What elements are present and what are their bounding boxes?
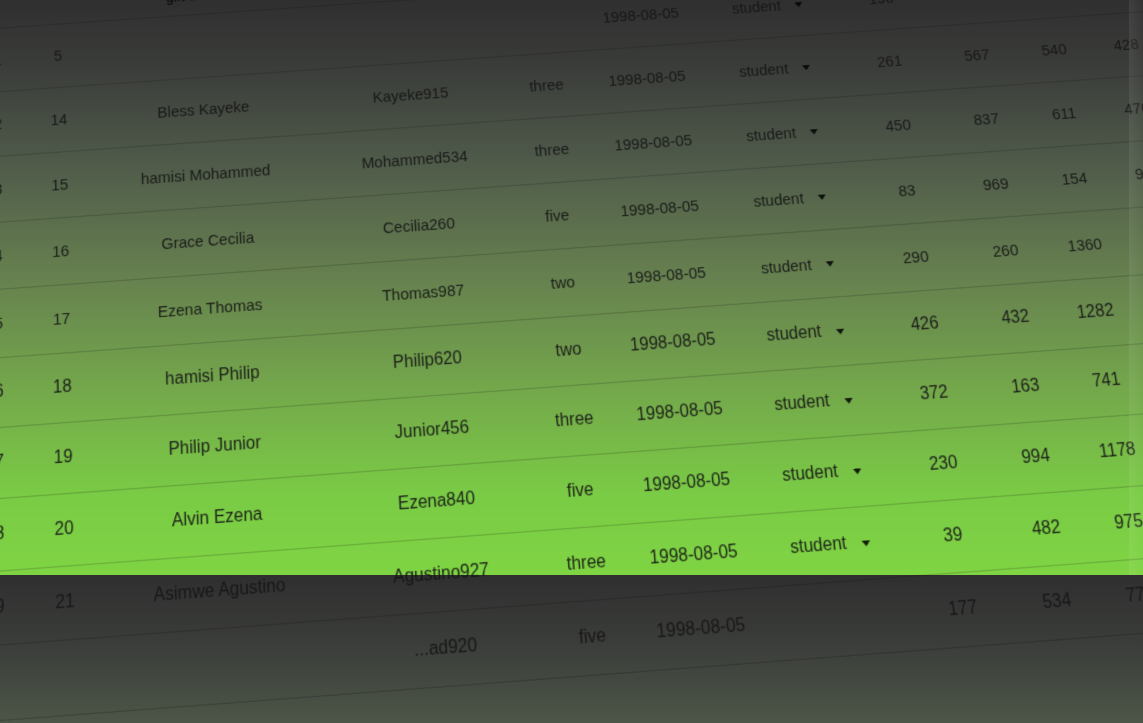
role-select[interactable]: student xyxy=(739,363,889,443)
cell-id: 18 xyxy=(52,377,72,398)
cell-v3: 1360 xyxy=(1066,234,1104,256)
cell-username: ...ad920 xyxy=(413,635,478,661)
cell-class: two xyxy=(554,340,583,361)
cell-v2: 994 xyxy=(1020,446,1052,468)
role-select-value: student xyxy=(781,462,840,486)
chevron-down-icon[interactable] xyxy=(861,539,871,547)
cell-index xyxy=(0,643,31,723)
role-select-value: student xyxy=(789,533,848,558)
students-table: gift charles gift seven 1995-12-06 1 5 1… xyxy=(0,0,1143,723)
cell-v1: 230 xyxy=(928,453,959,475)
cell-id: 16 xyxy=(51,241,70,261)
role-select[interactable]: student xyxy=(717,161,862,237)
cell-dob: 1998-08-05 xyxy=(613,131,693,155)
cell-v1: 177 xyxy=(947,597,979,621)
cell-index: 7 xyxy=(0,452,5,473)
cell-index: 9 xyxy=(0,596,5,618)
chevron-down-icon[interactable] xyxy=(843,397,853,404)
role-select[interactable]: student xyxy=(732,294,880,373)
cell-v2: 482 xyxy=(1030,517,1062,540)
cell-index: 4 xyxy=(0,246,3,266)
students-table-viewport: gift charles gift seven 1995-12-06 1 5 1… xyxy=(0,0,1143,723)
cell-v1: 290 xyxy=(901,247,930,268)
cell-v2: 432 xyxy=(1000,307,1031,329)
cell-dob: 1998-08-05 xyxy=(629,330,717,356)
cell-v2: 163 xyxy=(1010,376,1041,398)
cell-id: 21 xyxy=(55,591,75,614)
cell-id xyxy=(30,637,102,718)
role-select-value: student xyxy=(759,255,813,278)
role-select[interactable]: student xyxy=(710,97,854,171)
cell-v3: 154 xyxy=(1060,168,1089,189)
cell-class: five xyxy=(578,625,607,649)
chevron-down-icon[interactable] xyxy=(835,328,845,335)
cell-v2: 567 xyxy=(963,45,991,65)
cell-id: 19 xyxy=(53,447,73,468)
cell-index: 1 xyxy=(0,26,26,93)
cell-dob: 1998-08-05 xyxy=(625,263,707,288)
cell-v2: 837 xyxy=(972,109,1001,129)
cell-dob: 1998-08-05 xyxy=(655,615,747,643)
cell-class: three xyxy=(554,409,595,431)
role-select[interactable] xyxy=(762,577,916,662)
cell-index: 2 xyxy=(0,114,3,133)
chevron-down-icon[interactable] xyxy=(794,1,803,7)
role-select-value: student xyxy=(752,189,805,211)
cell-v1: 426 xyxy=(909,314,940,335)
cell-dob: 1998-08-05 xyxy=(642,470,732,496)
cell-dob: 1998-08-05 xyxy=(607,67,687,90)
cell-dob: 1998-08-05 xyxy=(635,399,724,425)
cell-v3: 1282 xyxy=(1075,301,1116,323)
cell-v2: 534 xyxy=(1041,590,1073,613)
cell-id: 14 xyxy=(50,110,68,129)
cell-id: 17 xyxy=(52,309,71,329)
cell-id: 20 xyxy=(54,518,74,540)
cell-class: three xyxy=(533,139,570,160)
chevron-down-icon[interactable] xyxy=(817,193,827,200)
cell-dob: 1998-08-05 xyxy=(648,542,739,569)
cell-index: 3 xyxy=(0,179,3,199)
cell-index: 8 xyxy=(0,523,5,545)
scroll-rail[interactable] xyxy=(1129,0,1143,575)
cell-dob: 1998-08-05 xyxy=(619,196,700,221)
cell-class xyxy=(499,0,584,56)
cell-class: three xyxy=(528,75,565,96)
role-select-value: student xyxy=(730,0,782,18)
cell-class: three xyxy=(565,551,607,575)
role-select[interactable]: student xyxy=(747,433,898,515)
cell-index: 6 xyxy=(0,382,4,402)
cell-v1: 261 xyxy=(875,51,904,71)
role-select-value: student xyxy=(765,322,823,346)
chevron-down-icon[interactable] xyxy=(809,128,819,135)
cell-v1: 450 xyxy=(884,115,912,136)
cell-index: 5 xyxy=(0,313,4,333)
cell-v1: 83 xyxy=(897,181,917,201)
chevron-down-icon[interactable] xyxy=(801,64,811,70)
chevron-down-icon[interactable] xyxy=(852,467,862,475)
cell-v2: 969 xyxy=(981,174,1010,195)
cell-v2: 260 xyxy=(991,240,1020,261)
chevron-down-icon[interactable] xyxy=(825,260,835,267)
cell-v3: 611 xyxy=(1050,104,1078,124)
cell-class: five xyxy=(544,205,571,226)
role-select-value: student xyxy=(737,59,790,81)
role-select-value: student xyxy=(745,123,797,145)
role-select[interactable]: student xyxy=(724,227,871,304)
cell-id: 15 xyxy=(51,175,69,195)
cell-v1: 372 xyxy=(918,383,950,404)
cell-class: two xyxy=(550,272,576,293)
cell-v1: 39 xyxy=(942,525,964,547)
cell-v3: 540 xyxy=(1040,40,1068,60)
cell-class: five xyxy=(566,480,595,502)
role-select[interactable]: student xyxy=(704,33,847,106)
role-select-value: student xyxy=(773,391,831,415)
cell-id: 5 xyxy=(53,46,63,65)
